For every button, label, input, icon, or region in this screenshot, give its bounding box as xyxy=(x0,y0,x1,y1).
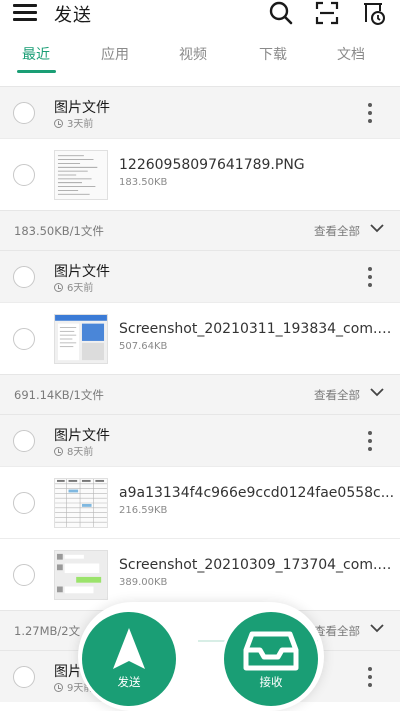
view-all-link[interactable]: 查看全部 xyxy=(314,223,360,239)
group-header[interactable]: 图片文件 3天前 xyxy=(0,86,400,138)
group-select-radio[interactable] xyxy=(13,266,35,288)
group-header[interactable]: 图片文件 6天前 xyxy=(0,250,400,302)
clock-icon xyxy=(54,283,63,292)
group-time-label: 8天前 xyxy=(67,447,94,458)
receive-label: 接收 xyxy=(259,675,283,689)
file-thumbnail xyxy=(54,314,108,364)
file-size: 183.50KB xyxy=(119,177,168,188)
history-icon[interactable] xyxy=(361,0,387,26)
group-title: 图片文件 xyxy=(54,428,110,444)
chevron-down-icon[interactable] xyxy=(370,622,384,634)
file-row[interactable]: 12260958097641789.PNG 183.50KB xyxy=(0,138,400,210)
file-row[interactable]: Screenshot_20210311_193834_com.t... 507.… xyxy=(0,302,400,374)
file-select-radio[interactable] xyxy=(13,564,35,586)
search-icon[interactable] xyxy=(268,0,294,26)
file-select-radio[interactable] xyxy=(13,164,35,186)
file-size: 389.00KB xyxy=(119,577,168,588)
file-select-radio[interactable] xyxy=(13,328,35,350)
app-root: 发送 最近 应用 视频 下载 文档 图片文件 3天前 1226095809764… xyxy=(0,0,400,711)
tab-videos[interactable]: 视频 xyxy=(168,44,218,64)
top-bar: 发送 xyxy=(0,0,400,28)
clock-icon xyxy=(54,683,63,692)
group-time: 3天前 xyxy=(54,118,93,131)
more-icon[interactable] xyxy=(368,103,372,123)
tab-apps[interactable]: 应用 xyxy=(90,44,140,64)
more-icon[interactable] xyxy=(368,431,372,451)
menu-icon[interactable] xyxy=(13,2,37,22)
file-thumbnail xyxy=(54,550,108,600)
send-label: 发送 xyxy=(117,675,141,689)
paper-plane-icon xyxy=(113,628,145,669)
tab-recent[interactable]: 最近 xyxy=(11,44,61,64)
file-name: 12260958097641789.PNG xyxy=(119,157,305,173)
tab-downloads[interactable]: 下载 xyxy=(248,44,298,64)
group-select-radio[interactable] xyxy=(13,666,35,688)
tab-bar: 最近 应用 视频 下载 文档 xyxy=(0,44,400,74)
file-name: Screenshot_20210309_173704_com.t... xyxy=(119,557,395,573)
group-select-radio[interactable] xyxy=(13,430,35,452)
group-time: 8天前 xyxy=(54,446,93,459)
more-icon[interactable] xyxy=(368,667,372,687)
group-summary: 691.14KB/1文件 查看全部 xyxy=(0,374,400,414)
clock-icon xyxy=(54,447,63,456)
group-title: 图片文件 xyxy=(54,100,110,116)
summary-text: 183.50KB/1文件 xyxy=(14,224,104,238)
file-name: a9a13134f4c966e9ccd0124fae0558c... xyxy=(119,485,395,501)
group-time-label: 3天前 xyxy=(67,119,94,130)
active-tab-indicator xyxy=(17,70,56,73)
file-row[interactable]: a9a13134f4c966e9ccd0124fae0558c... 216.5… xyxy=(0,466,400,538)
receive-button[interactable]: 接收 xyxy=(224,612,318,706)
group-summary: 183.50KB/1文件 查看全部 xyxy=(0,210,400,250)
send-button[interactable]: 发送 xyxy=(82,612,176,706)
group-select-radio[interactable] xyxy=(13,102,35,124)
summary-text: 1.27MB/2文 xyxy=(14,624,81,638)
page-title: 发送 xyxy=(54,5,92,26)
file-thumbnail xyxy=(54,150,108,200)
clock-icon xyxy=(54,119,63,128)
group-header[interactable]: 图片文件 8天前 xyxy=(0,414,400,466)
view-all-link[interactable]: 查看全部 xyxy=(314,387,360,403)
more-icon[interactable] xyxy=(368,267,372,287)
chevron-down-icon[interactable] xyxy=(370,222,384,234)
chevron-down-icon[interactable] xyxy=(370,386,384,398)
group-title: 图片文件 xyxy=(54,264,110,280)
view-all-link[interactable]: 查看全部 xyxy=(314,623,360,639)
inbox-icon xyxy=(243,631,299,671)
scan-icon[interactable] xyxy=(314,0,340,26)
file-select-radio[interactable] xyxy=(13,492,35,514)
group-time: 6天前 xyxy=(54,282,93,295)
group-time-label: 6天前 xyxy=(67,283,94,294)
file-thumbnail xyxy=(54,478,108,528)
file-size: 216.59KB xyxy=(119,505,168,516)
summary-text: 691.14KB/1文件 xyxy=(14,388,104,402)
file-name: Screenshot_20210311_193834_com.t... xyxy=(119,321,395,337)
file-size: 507.64KB xyxy=(119,341,168,352)
file-row[interactable]: Screenshot_20210309_173704_com.t... 389.… xyxy=(0,538,400,610)
tab-documents[interactable]: 文档 xyxy=(326,44,376,64)
